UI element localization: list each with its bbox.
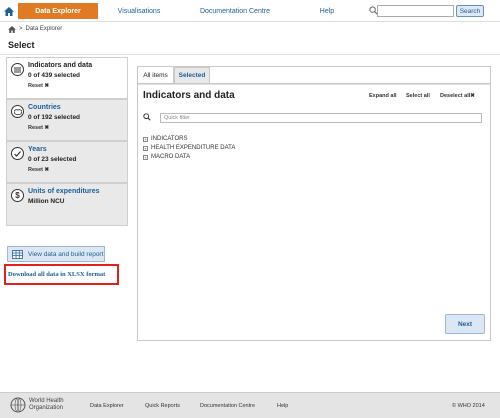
view-data-button[interactable]: View data and build report [7,246,105,262]
dimension-title: Countries [28,104,61,111]
view-data-label: View data and build report [28,250,104,258]
divider [0,54,500,55]
close-icon: ✖ [44,125,50,131]
tab-all-items[interactable]: All items [138,67,174,83]
expand-all-link[interactable]: Expand all [369,93,397,99]
footer-org-line1: World Health [29,398,64,404]
dimension-title: Units of expenditures [28,188,100,195]
tree-item[interactable]: + HEALTH EXPENDITURE DATA [143,145,235,151]
tree-item-label: INDICATORS [151,136,188,142]
download-xlsx-link[interactable]: Download all data in XLSX format [8,271,105,278]
map-icon [11,105,24,118]
home-button[interactable] [0,3,18,19]
breadcrumb-current: Data Explorer [25,26,63,32]
reset-label: Reset [28,83,43,89]
list-icon [11,63,24,76]
tree-item-label: MACRO DATA [151,154,191,160]
expand-icon[interactable]: + [143,154,148,160]
reset-link[interactable]: Reset ✖ [28,83,49,89]
footer-link-documentation-centre[interactable]: Documentation Centre [200,403,255,409]
reset-link[interactable]: Reset ✖ [28,125,49,131]
tree-item[interactable]: + INDICATORS [143,136,187,142]
dimension-indicators[interactable]: Indicators and data 0 of 439 selected Re… [6,57,128,99]
copyright: © WHO 2014 [452,403,485,409]
search-button[interactable]: Search [456,5,484,17]
search-input[interactable] [377,5,454,17]
check-icon [11,147,24,160]
dimension-title: Indicators and data [28,62,93,69]
close-icon: ✖ [44,167,50,173]
breadcrumb: > Data Explorer [8,24,62,34]
footer-link-quick-reports[interactable]: Quick Reports [145,403,180,409]
dimension-count: 0 of 439 selected [28,72,81,79]
breadcrumb-separator: > [19,26,23,32]
dimension-units[interactable]: $ Units of expenditures Million NCU [6,183,128,226]
select-all-link[interactable]: Select all [406,93,430,99]
close-icon: ✖ [44,83,50,89]
footer-org-name: World Health Organization [29,398,64,412]
nav-tab-data-explorer[interactable]: Data Explorer [18,3,98,19]
dollar-icon: $ [11,189,24,202]
dimension-title: Years [28,146,47,153]
footer-link-help[interactable]: Help [277,403,288,409]
next-button[interactable]: Next [445,314,485,334]
quick-filter-input[interactable] [160,113,482,123]
tab-selected[interactable]: Selected [174,67,210,83]
expand-icon[interactable]: + [143,136,148,142]
reset-label: Reset [28,125,43,131]
home-icon [4,6,14,16]
page-title: Select [8,40,35,50]
footer-link-data-explorer[interactable]: Data Explorer [90,403,124,409]
dimension-count: Million NCU [28,198,65,205]
deselect-all-link[interactable]: Deselect all✖ [440,93,475,99]
footer-org-line2: Organization [29,405,64,411]
expand-icon[interactable]: + [143,145,148,151]
home-icon[interactable] [8,25,16,33]
who-logo-icon[interactable] [10,397,26,413]
section-title: Indicators and data [143,90,235,101]
dimension-years[interactable]: Years 0 of 23 selected Reset ✖ [6,141,128,183]
nav-tab-help[interactable]: Help [290,3,364,19]
tree-item-label: HEALTH EXPENDITURE DATA [151,145,236,151]
close-icon: ✖ [470,93,475,99]
nav-tab-visualisations[interactable]: Visualisations [98,3,180,19]
dimension-count: 0 of 192 selected [28,114,81,121]
table-icon [12,249,23,259]
nav-tab-documentation-centre[interactable]: Documentation Centre [180,3,290,19]
dimension-countries[interactable]: Countries 0 of 192 selected Reset ✖ [6,99,128,141]
tree-item[interactable]: + MACRO DATA [143,154,190,160]
dimension-count: 0 of 23 selected [28,156,77,163]
download-highlight-box: Download all data in XLSX format [4,264,119,285]
footer: World Health Organization Data Explorer … [0,392,500,418]
search-icon [143,113,151,121]
top-navigation: Data Explorer Visualisations Documentati… [0,0,500,22]
deselect-all-label: Deselect all [440,93,471,99]
reset-link[interactable]: Reset ✖ [28,167,49,173]
reset-label: Reset [28,167,43,173]
